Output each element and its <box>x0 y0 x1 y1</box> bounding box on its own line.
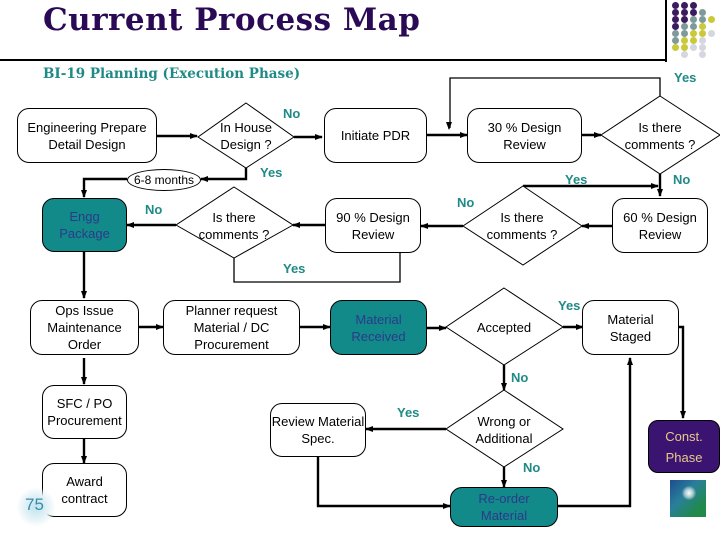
node-engineering-prepare[interactable]: Engineering Prepare Detail Design <box>17 108 157 163</box>
node-in-house-design[interactable]: In House Design ? <box>210 119 282 153</box>
connector <box>558 357 633 508</box>
connector <box>81 177 127 198</box>
node-engg-package[interactable]: Engg Package <box>42 198 127 252</box>
label-no: No <box>457 195 475 210</box>
node-comments-30[interactable]: Is there comments ? <box>616 119 704 153</box>
node-initiate-pdr[interactable]: Initiate PDR <box>324 108 427 163</box>
label-yes: Yes <box>565 172 588 187</box>
node-comments-60[interactable]: Is there comments ? <box>478 209 566 243</box>
connector <box>200 167 248 182</box>
node-sfc-po[interactable]: SFC / PO Procurement <box>42 385 127 439</box>
aramco-logo-icon <box>670 480 706 517</box>
label-yes: Yes <box>260 165 283 180</box>
label-no: No <box>283 106 301 121</box>
node-90-design-review[interactable]: 90 % Design Review <box>325 198 421 253</box>
connector <box>316 456 451 509</box>
label-no: No <box>511 370 529 385</box>
node-const-phase[interactable]: Const. Phase <box>648 420 720 473</box>
flow-connectors <box>81 77 720 509</box>
node-material-received[interactable]: Material Received <box>330 300 427 355</box>
node-ops-issue[interactable]: Ops Issue Maintenance Order <box>30 300 139 355</box>
node-comments-90[interactable]: Is there comments ? <box>190 209 278 243</box>
label-yes: Yes <box>674 70 697 85</box>
node-material-staged[interactable]: Material Staged <box>582 300 679 355</box>
label-yes: Yes <box>397 405 420 420</box>
node-wrong-or-additional[interactable]: Wrong or Additional <box>468 413 540 447</box>
connector <box>233 250 401 283</box>
node-duration: 6-8 months <box>127 169 201 191</box>
label-no: No <box>523 460 541 475</box>
label-yes: Yes <box>558 298 581 313</box>
node-planner-request[interactable]: Planner request Material / DC Procuremen… <box>163 300 300 355</box>
node-accepted[interactable]: Accepted <box>470 319 538 336</box>
node-60-design-review[interactable]: 60 % Design Review <box>612 198 708 253</box>
node-review-spec[interactable]: Review Material Spec. <box>270 403 366 457</box>
node-reorder-material[interactable]: Re-order Material <box>450 487 558 527</box>
label-no: No <box>145 202 163 217</box>
label-no: No <box>673 172 691 187</box>
connector <box>679 325 686 419</box>
node-30-design-review[interactable]: 30 % Design Review <box>467 108 582 163</box>
label-yes: Yes <box>283 261 306 276</box>
anniversary-logo-icon: 75 <box>16 487 56 527</box>
